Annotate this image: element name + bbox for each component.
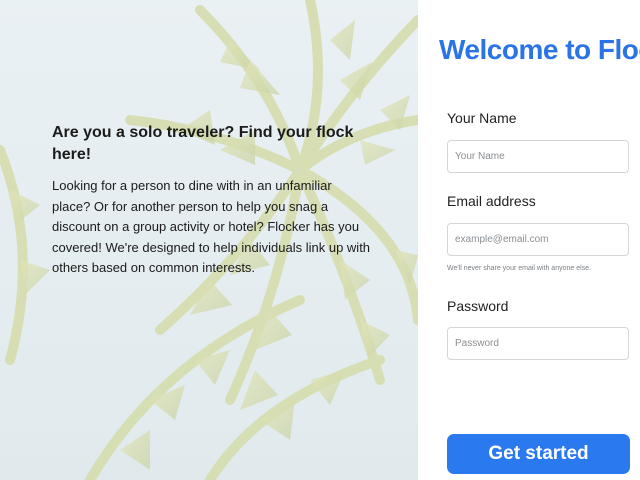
password-input[interactable] (447, 327, 629, 360)
email-help-text: We'll never share your email with anyone… (447, 265, 591, 272)
hero-description: Looking for a person to dine with in an … (52, 178, 371, 275)
form-title: Welcome to Flock (439, 34, 640, 65)
get-started-button[interactable]: Get started (447, 434, 630, 474)
hero-copy: Are you a solo traveler? Find your flock… (52, 122, 372, 279)
name-input[interactable] (447, 140, 629, 173)
hero-title: Are you a solo traveler? Find your flock… (52, 124, 354, 163)
email-label: Email address (447, 193, 536, 209)
hero-section: Are you a solo traveler? Find your flock… (0, 0, 418, 480)
signup-form-panel: Welcome to Flock Your Name Email address… (418, 0, 640, 480)
email-input[interactable] (447, 223, 629, 256)
name-label: Your Name (447, 110, 517, 126)
password-label: Password (447, 298, 509, 314)
